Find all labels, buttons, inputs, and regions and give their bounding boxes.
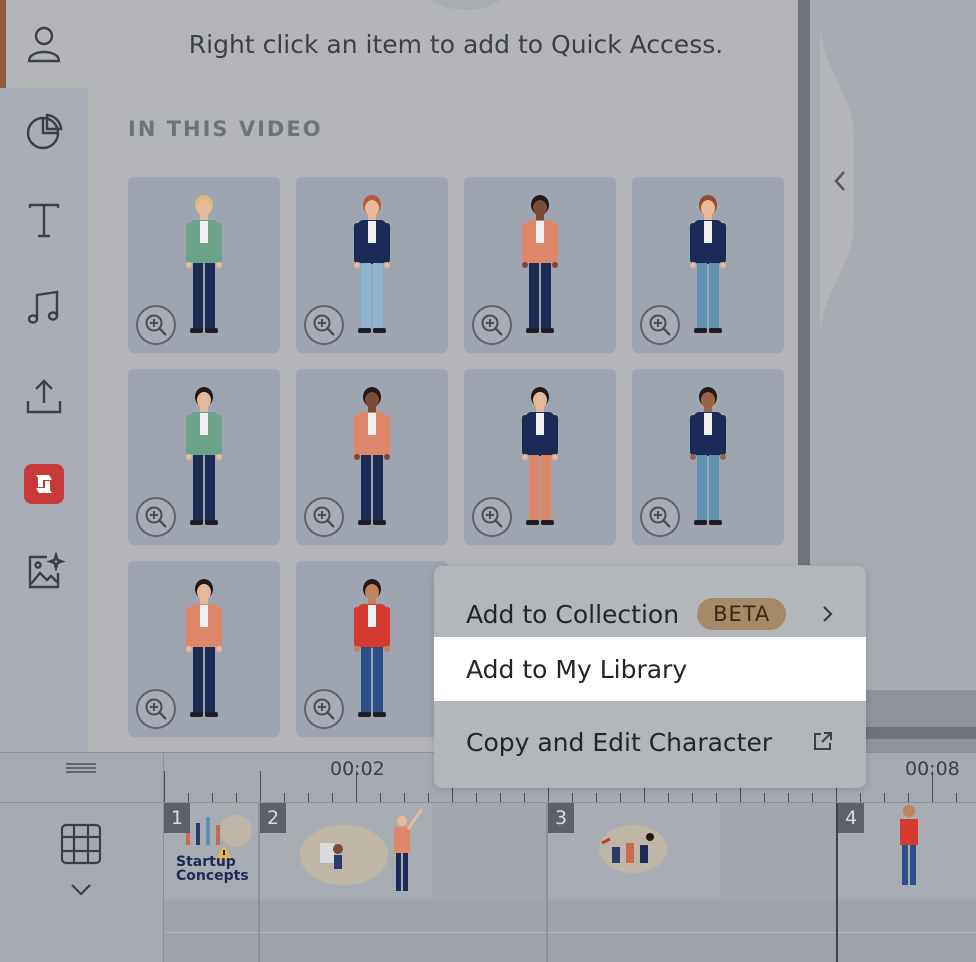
zoom-in-icon [481, 314, 503, 336]
chevron-down-icon[interactable] [70, 883, 92, 897]
scene-1-caption: Startup Concepts [176, 855, 249, 883]
panel-top-avatar [416, 0, 516, 10]
section-title: IN THIS VIDEO [128, 117, 323, 141]
scene-number: 1 [164, 803, 190, 833]
scene-3-thumbnail [599, 825, 667, 873]
timeline-header-left [0, 752, 164, 802]
canvas-bottom-bar [860, 727, 976, 739]
scene-number: 3 [548, 803, 574, 833]
beta-badge: BETA [697, 598, 787, 630]
character-figure [354, 579, 390, 717]
character-figure [186, 579, 222, 717]
ai-image-icon[interactable] [20, 548, 68, 596]
zoom-in-button[interactable] [640, 497, 680, 537]
character-icon[interactable] [20, 20, 68, 68]
context-menu: Add to Collection BETA Add to My Library… [434, 566, 866, 788]
drag-handle-icon[interactable] [64, 761, 98, 775]
character-figure [690, 387, 726, 525]
zoom-in-button[interactable] [136, 305, 176, 345]
character-card[interactable] [128, 177, 280, 353]
character-figure [186, 195, 222, 333]
scene-2[interactable]: 2 [260, 803, 432, 899]
character-figure [522, 387, 558, 525]
menu-item-label: Add to Collection [466, 599, 680, 629]
character-card[interactable] [464, 369, 616, 545]
menu-copy-and-edit-character[interactable]: Copy and Edit Character [434, 710, 866, 774]
character-card[interactable] [296, 369, 448, 545]
brand-icon[interactable] [20, 460, 68, 508]
scene-number: 2 [260, 803, 286, 833]
zoom-in-button[interactable] [304, 689, 344, 729]
quick-access-hint: Right click an item to add to Quick Acce… [188, 30, 724, 59]
zoom-in-icon [145, 698, 167, 720]
character-card[interactable] [128, 369, 280, 545]
menu-item-label: Add to My Library [466, 654, 688, 684]
scene-1[interactable]: Startup Concepts 1 [164, 803, 260, 899]
character-figure [522, 195, 558, 333]
external-link-icon [814, 732, 832, 750]
character-card[interactable] [464, 177, 616, 353]
zoom-in-icon [481, 506, 503, 528]
character-card[interactable] [128, 561, 280, 737]
zoom-in-icon [145, 506, 167, 528]
character-figure [186, 387, 222, 525]
rail-active-indicator [0, 0, 6, 88]
text-icon[interactable] [20, 196, 68, 244]
timeline-controls [0, 802, 164, 962]
scene-3[interactable]: 3 [548, 803, 720, 899]
chart-icon[interactable] [20, 108, 68, 156]
scene-4-thumbnail [900, 805, 918, 885]
scene-1-caption-line2: Concepts [176, 868, 249, 884]
character-card[interactable] [632, 369, 784, 545]
zoom-in-icon [313, 506, 335, 528]
menu-add-to-my-library[interactable]: Add to My Library [434, 637, 866, 701]
zoom-in-button[interactable] [304, 497, 344, 537]
character-figure [690, 195, 726, 333]
zoom-in-icon [313, 698, 335, 720]
zoom-in-button[interactable] [472, 497, 512, 537]
zoom-in-button[interactable] [640, 305, 680, 345]
zoom-in-icon [649, 506, 671, 528]
left-toolbar [0, 0, 88, 752]
scene-number: 4 [838, 803, 864, 833]
character-card[interactable] [296, 561, 448, 737]
time-label-8s: 00:08 [905, 758, 960, 780]
zoom-in-icon [649, 314, 671, 336]
panel-scrollbar[interactable] [798, 0, 810, 565]
zoom-in-button[interactable] [472, 305, 512, 345]
chevron-right-icon [823, 606, 833, 622]
upload-icon[interactable] [20, 372, 68, 420]
character-card[interactable] [632, 177, 784, 353]
collapse-panel-tab[interactable] [820, 20, 860, 340]
scene-1-caption-line1: Startup [176, 854, 236, 870]
scene-4[interactable]: 4 [838, 803, 976, 899]
character-figure [354, 195, 390, 333]
zoom-in-button[interactable] [136, 497, 176, 537]
zoom-in-button[interactable] [136, 689, 176, 729]
time-label-2s: 00:02 [330, 758, 385, 780]
music-icon[interactable] [20, 284, 68, 332]
zoom-in-icon [313, 314, 335, 336]
scene-2-thumbnail [300, 808, 424, 891]
character-figure [354, 387, 390, 525]
timeline-lower-track[interactable] [164, 900, 976, 962]
scenes-grid-icon[interactable] [60, 823, 102, 865]
timeline-track-divider [164, 932, 976, 933]
canvas-bottom-strip [860, 690, 976, 752]
character-card[interactable] [296, 177, 448, 353]
menu-item-label: Copy and Edit Character [466, 727, 773, 757]
zoom-in-icon [145, 314, 167, 336]
zoom-in-button[interactable] [304, 305, 344, 345]
